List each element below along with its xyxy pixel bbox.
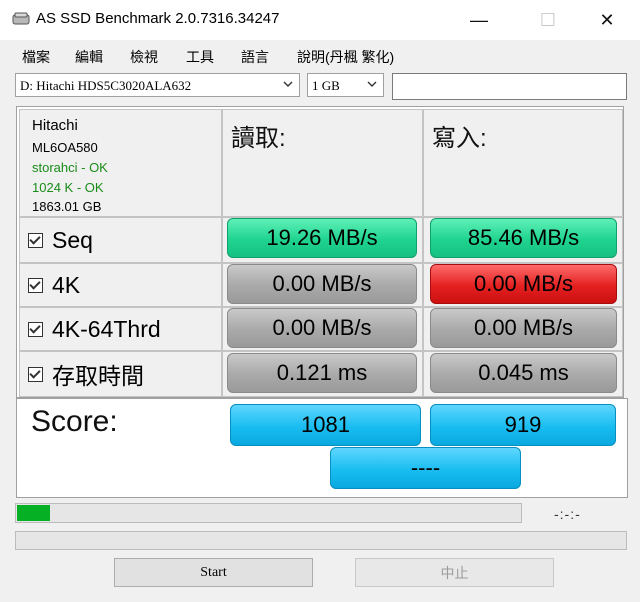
close-button[interactable]: ✕ (584, 0, 630, 40)
window-title: AS SSD Benchmark 2.0.7316.34247 (36, 10, 280, 27)
menu-edit[interactable]: 編輯 (75, 47, 103, 67)
hard-drive-icon (12, 12, 30, 25)
row-label-access-time: 存取時間 (52, 363, 144, 389)
access-read-value: 0.121 ms (227, 353, 417, 393)
menu-bar: 檔案 編輯 檢視 工具 語言 說明(丹楓 繁化) (0, 40, 640, 70)
row-access-time[interactable]: 存取時間 (19, 351, 222, 397)
score-panel: Score: 1081 919 ---- (16, 398, 628, 498)
access-write-value: 0.045 ms (430, 353, 617, 393)
row-label-seq: Seq (52, 226, 93, 253)
4k-read-value: 0.00 MB/s (227, 264, 417, 304)
menu-view[interactable]: 檢視 (130, 47, 158, 67)
checkbox-checked-icon[interactable] (28, 321, 43, 337)
start-button[interactable]: Start (114, 558, 313, 587)
read-header-cell: 讀取: (222, 109, 423, 217)
menu-help[interactable]: 說明(丹楓 繁化) (297, 47, 394, 67)
title-bar: AS SSD Benchmark 2.0.7316.34247 — ☐ ✕ (0, 0, 640, 40)
checkbox-checked-icon[interactable] (28, 366, 43, 382)
drive-vendor: Hitachi (32, 117, 78, 134)
results-grid: Hitachi ML6OA580 storahci - OK 1024 K - … (16, 106, 624, 398)
drive-select[interactable]: D: Hitachi HDS5C3020ALA632 (15, 73, 300, 97)
seq-write-value: 85.46 MB/s (430, 218, 617, 258)
row-seq[interactable]: Seq (19, 217, 222, 263)
row-4k-64thrd[interactable]: 4K-64Thrd (19, 307, 222, 351)
progress-bar (15, 503, 522, 523)
checkbox-checked-icon[interactable] (28, 277, 43, 293)
test-size-select[interactable]: 1 GB (307, 73, 384, 97)
drive-firmware: ML6OA580 (32, 140, 98, 155)
drive-select-value: D: Hitachi HDS5C3020ALA632 (20, 78, 192, 93)
menu-language[interactable]: 語言 (241, 47, 269, 67)
row-label-4k: 4K (52, 271, 81, 298)
write-header: 寫入: (432, 125, 487, 152)
secondary-progress-bar (15, 531, 627, 550)
drive-capacity: 1863.01 GB (32, 199, 102, 214)
status-field (392, 73, 627, 100)
seq-read-value: 19.26 MB/s (227, 218, 417, 258)
4k64-read-value: 0.00 MB/s (227, 308, 417, 348)
elapsed-time: -:-:- (554, 506, 581, 522)
4k-write-value: 0.00 MB/s (430, 264, 617, 304)
score-label: Score: (31, 405, 118, 438)
menu-tools[interactable]: 工具 (186, 47, 214, 67)
read-score: 1081 (230, 404, 421, 446)
chevron-down-icon (367, 81, 377, 87)
driver-status: storahci - OK (32, 160, 108, 175)
read-header: 讀取: (231, 125, 286, 152)
write-header-cell: 寫入: (423, 109, 623, 217)
drive-info-panel: Hitachi ML6OA580 storahci - OK 1024 K - … (19, 109, 222, 217)
stop-button[interactable]: 中止 (355, 558, 554, 587)
row-4k[interactable]: 4K (19, 263, 222, 307)
minimize-button[interactable]: — (456, 0, 502, 40)
write-score: 919 (430, 404, 616, 446)
test-size-value: 1 GB (312, 78, 340, 93)
checkbox-checked-icon[interactable] (28, 232, 43, 248)
menu-file[interactable]: 檔案 (22, 47, 50, 67)
maximize-button[interactable]: ☐ (525, 0, 571, 40)
total-score: ---- (330, 447, 521, 489)
4k64-write-value: 0.00 MB/s (430, 308, 617, 348)
row-label-4k-64thrd: 4K-64Thrd (52, 315, 161, 342)
alignment-status: 1024 K - OK (32, 180, 104, 195)
chevron-down-icon (283, 81, 293, 87)
progress-fill (17, 505, 50, 521)
